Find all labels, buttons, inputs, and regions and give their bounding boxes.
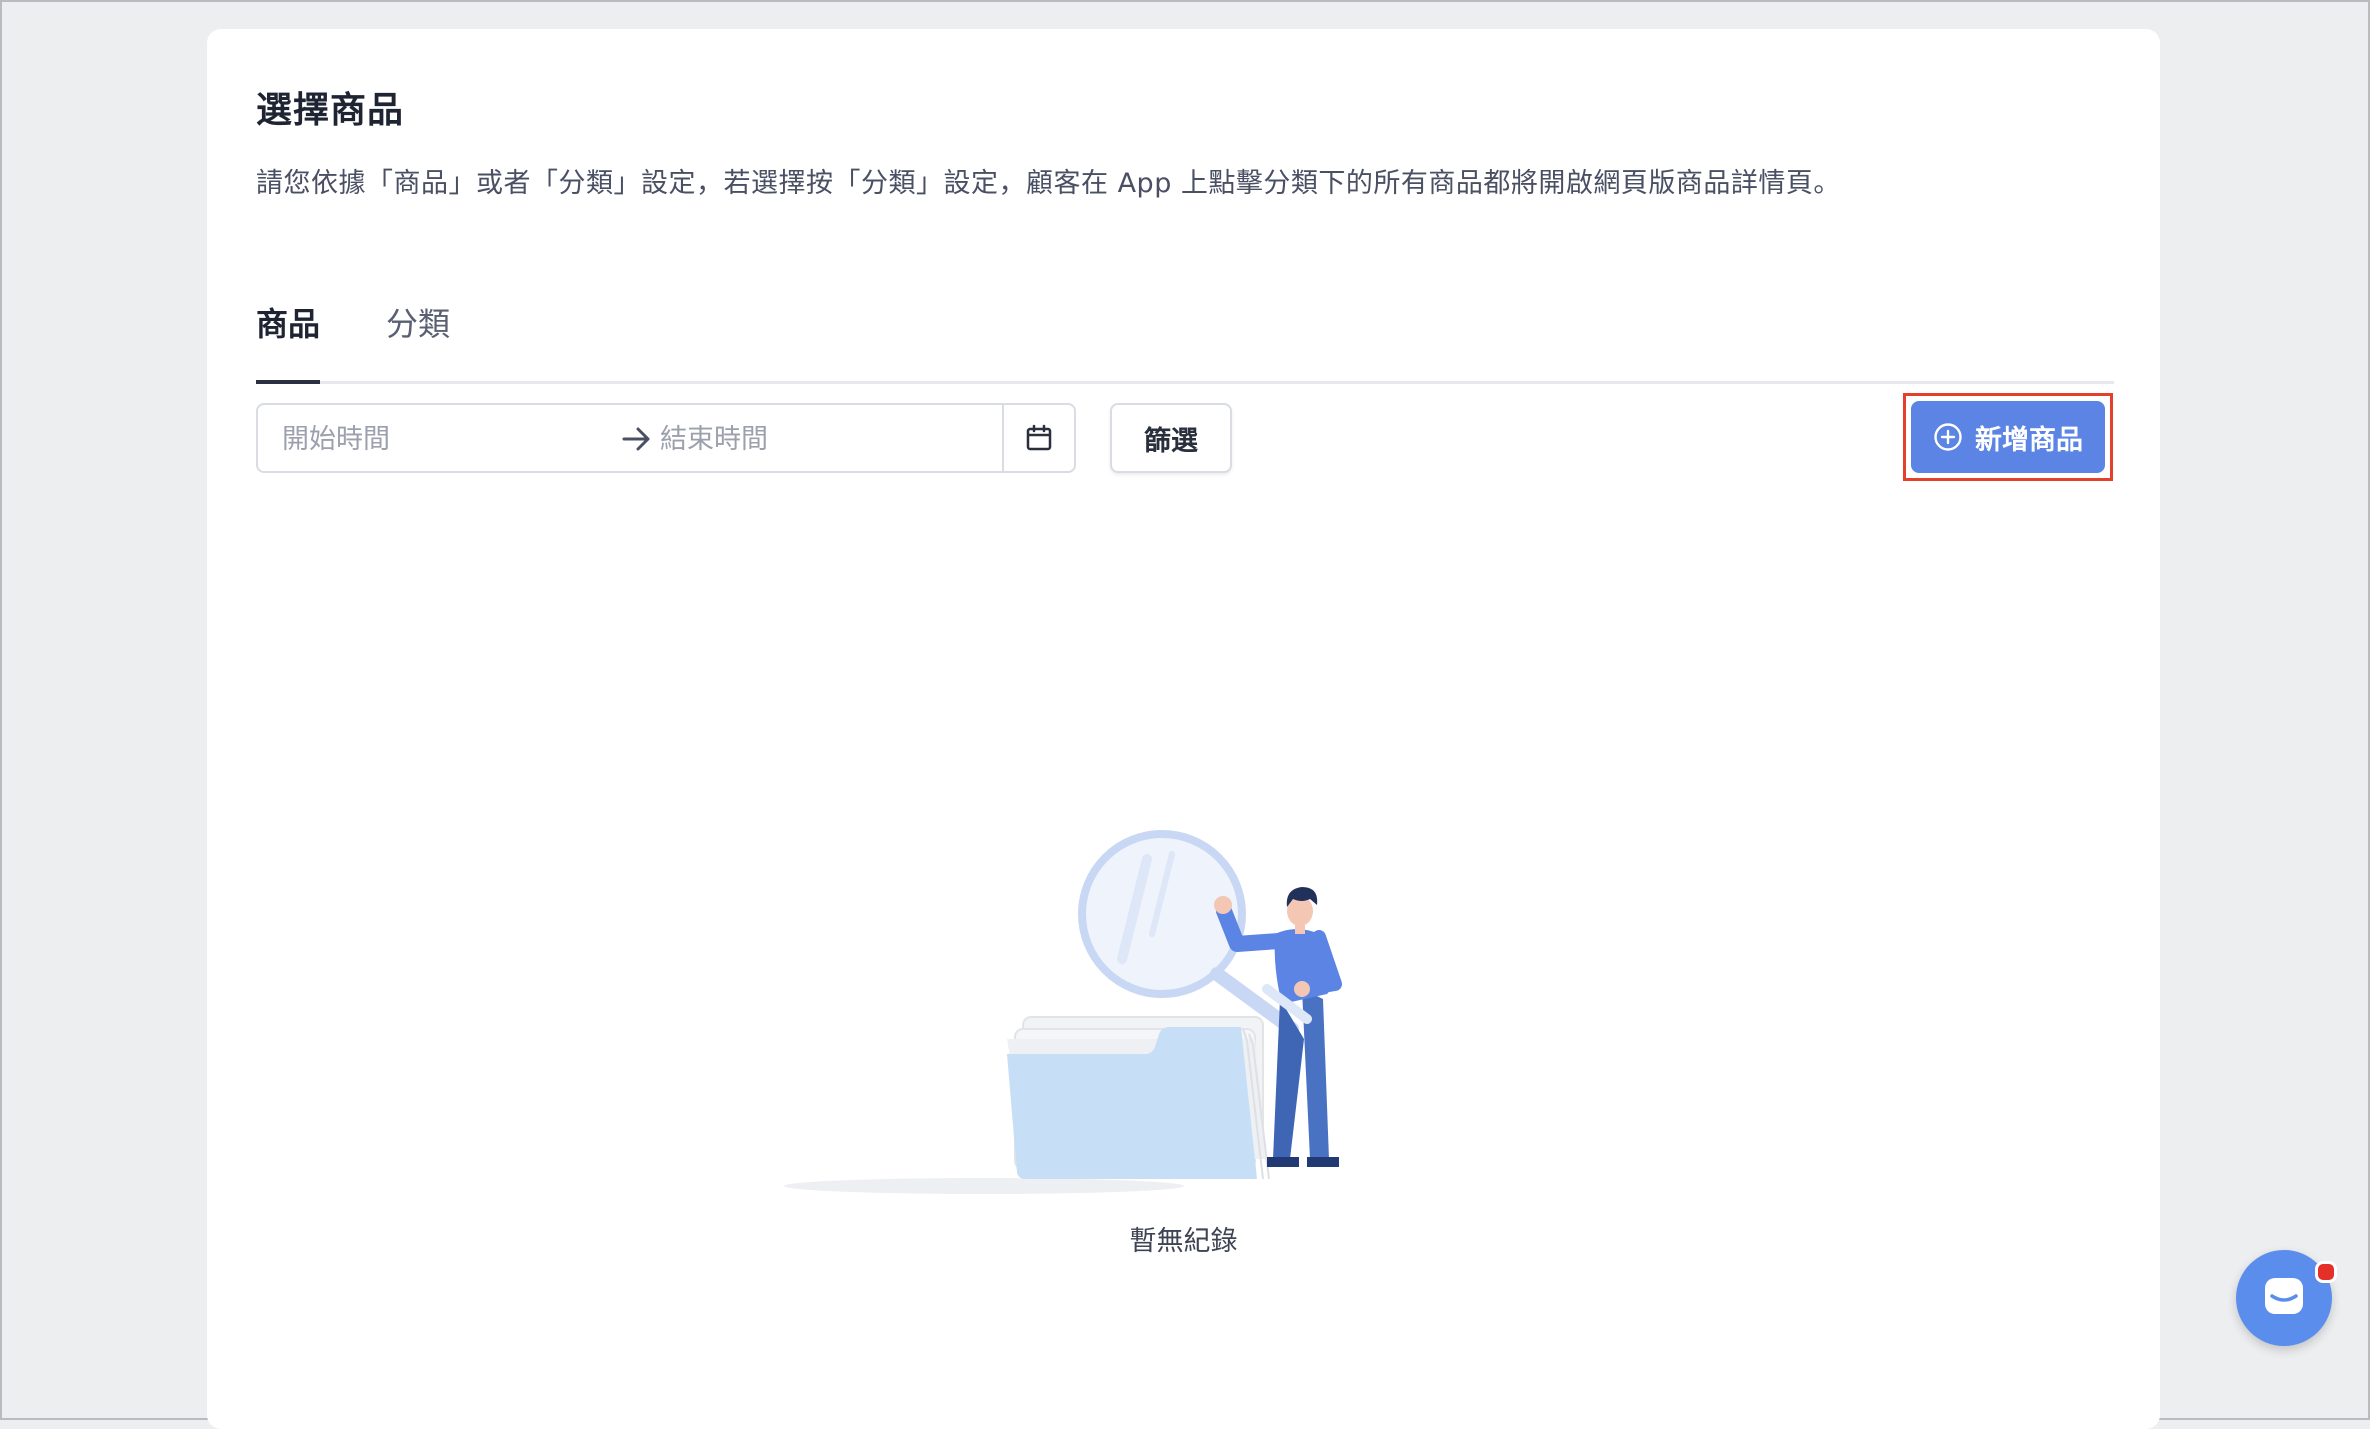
notification-dot <box>2315 1261 2337 1283</box>
content-card: 選擇商品 請您依據「商品」或者「分類」設定，若選擇按「分類」設定，顧客在 App… <box>207 29 2160 1429</box>
app-window: 選擇商品 請您依據「商品」或者「分類」設定，若選擇按「分類」設定，顧客在 App… <box>0 0 2370 1429</box>
empty-state-text: 暫無紀錄 <box>1129 1226 1238 1257</box>
